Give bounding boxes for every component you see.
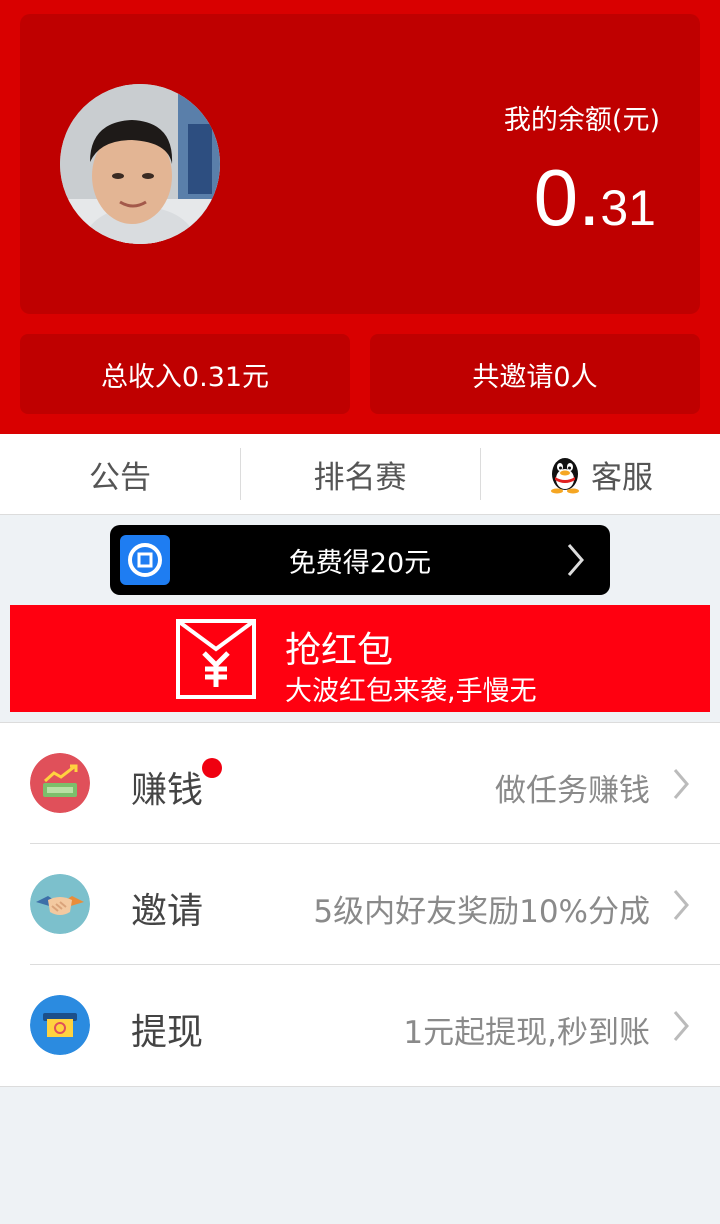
- tab-announcement-label: 公告: [89, 459, 151, 496]
- tab-ranking-label: 排名赛: [313, 459, 407, 496]
- chevron-right-icon: [567, 544, 584, 576]
- chevron-right-icon: [673, 1011, 689, 1041]
- tab-customer-service-label: 客服: [591, 459, 653, 496]
- balance-integer: 0.: [533, 153, 601, 242]
- account-header: 我的余额(元) 0.31 总收入0.31元 共邀请0人: [0, 0, 720, 434]
- menu-item-withdraw[interactable]: 提现 1元起提现,秒到账: [30, 964, 720, 1085]
- menu-item-earn-label: 赚钱: [131, 770, 204, 811]
- menu-item-invite-desc: 5级内好友奖励10%分成: [313, 894, 650, 930]
- red-envelope-yuan-icon: [176, 619, 256, 699]
- menu-item-invite[interactable]: 邀请 5级内好友奖励10%分成: [30, 843, 720, 964]
- tab-ranking[interactable]: 排名赛: [240, 434, 480, 514]
- red-packet-title: 抢红包: [285, 630, 394, 671]
- promo-text: 免费得20元: [288, 547, 432, 579]
- balance-value: 0.31: [534, 158, 656, 238]
- menu-item-invite-label: 邀请: [131, 891, 204, 932]
- tab-announcement[interactable]: 公告: [0, 434, 240, 514]
- balance-card: 我的余额(元) 0.31: [20, 14, 700, 314]
- handshake-icon: [30, 874, 90, 934]
- red-packet-subtitle: 大波红包来袭,手慢无: [285, 676, 537, 707]
- menu-item-earn-desc: 做任务赚钱: [495, 773, 650, 809]
- free-20-yuan-banner[interactable]: 免费得20元: [110, 525, 610, 595]
- menu-item-withdraw-desc: 1元起提现,秒到账: [403, 1015, 650, 1051]
- balance-label: 我的余额(元): [503, 105, 660, 136]
- money-chart-icon: [30, 753, 90, 813]
- menu-item-withdraw-label: 提现: [131, 1012, 204, 1053]
- avatar[interactable]: [60, 84, 220, 244]
- invited-count-button[interactable]: 共邀请0人: [370, 334, 700, 414]
- tab-bar: 公告 排名赛 客服: [0, 434, 720, 515]
- menu-item-earn[interactable]: 赚钱 做任务赚钱: [0, 723, 720, 843]
- feature-menu: 赚钱 做任务赚钱 邀请 5级内好友奖励10%分成 提现 1元起提现,秒到账: [0, 722, 720, 1087]
- chevron-right-icon: [673, 769, 689, 799]
- chevron-right-icon: [673, 890, 689, 920]
- grab-red-packet-banner[interactable]: 抢红包 大波红包来袭,手慢无: [10, 605, 710, 712]
- balance-fraction: 31: [600, 180, 656, 236]
- total-income-button[interactable]: 总收入0.31元: [20, 334, 350, 414]
- tab-customer-service[interactable]: 客服: [480, 434, 720, 514]
- qq-penguin-icon: [551, 458, 579, 494]
- withdraw-atm-icon: [30, 995, 90, 1055]
- notification-dot: [202, 758, 222, 778]
